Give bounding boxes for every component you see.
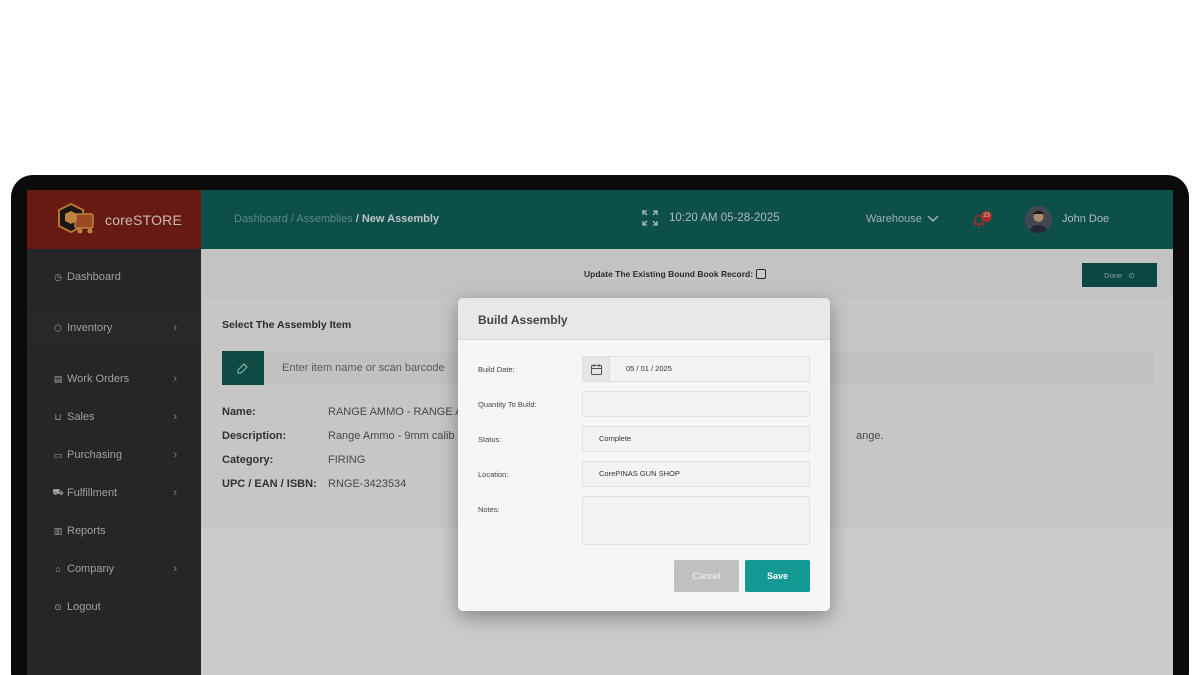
cancel-button[interactable]: Cancel <box>674 560 739 592</box>
build-date-label: Build Date: <box>478 365 515 374</box>
status-field[interactable]: Complete <box>582 426 810 452</box>
calendar-icon[interactable] <box>583 357 610 381</box>
build-date-field[interactable]: 05 / 01 / 2025 <box>582 356 810 382</box>
build-date-value: 05 / 01 / 2025 <box>626 364 672 373</box>
quantity-label: Quantity To Build: <box>478 400 537 409</box>
quantity-input[interactable] <box>582 391 810 417</box>
modal-title: Build Assembly <box>458 298 830 340</box>
location-label: Location: <box>478 470 509 479</box>
save-button[interactable]: Save <box>745 560 810 592</box>
notes-label: Notes: <box>478 505 500 514</box>
status-label: Status: <box>478 435 502 444</box>
notes-textarea[interactable] <box>582 496 810 545</box>
build-assembly-modal: Build Assembly Build Date: 05 / 01 / 202… <box>458 298 830 611</box>
location-field[interactable]: CorePINAS GUN SHOP <box>582 461 810 487</box>
